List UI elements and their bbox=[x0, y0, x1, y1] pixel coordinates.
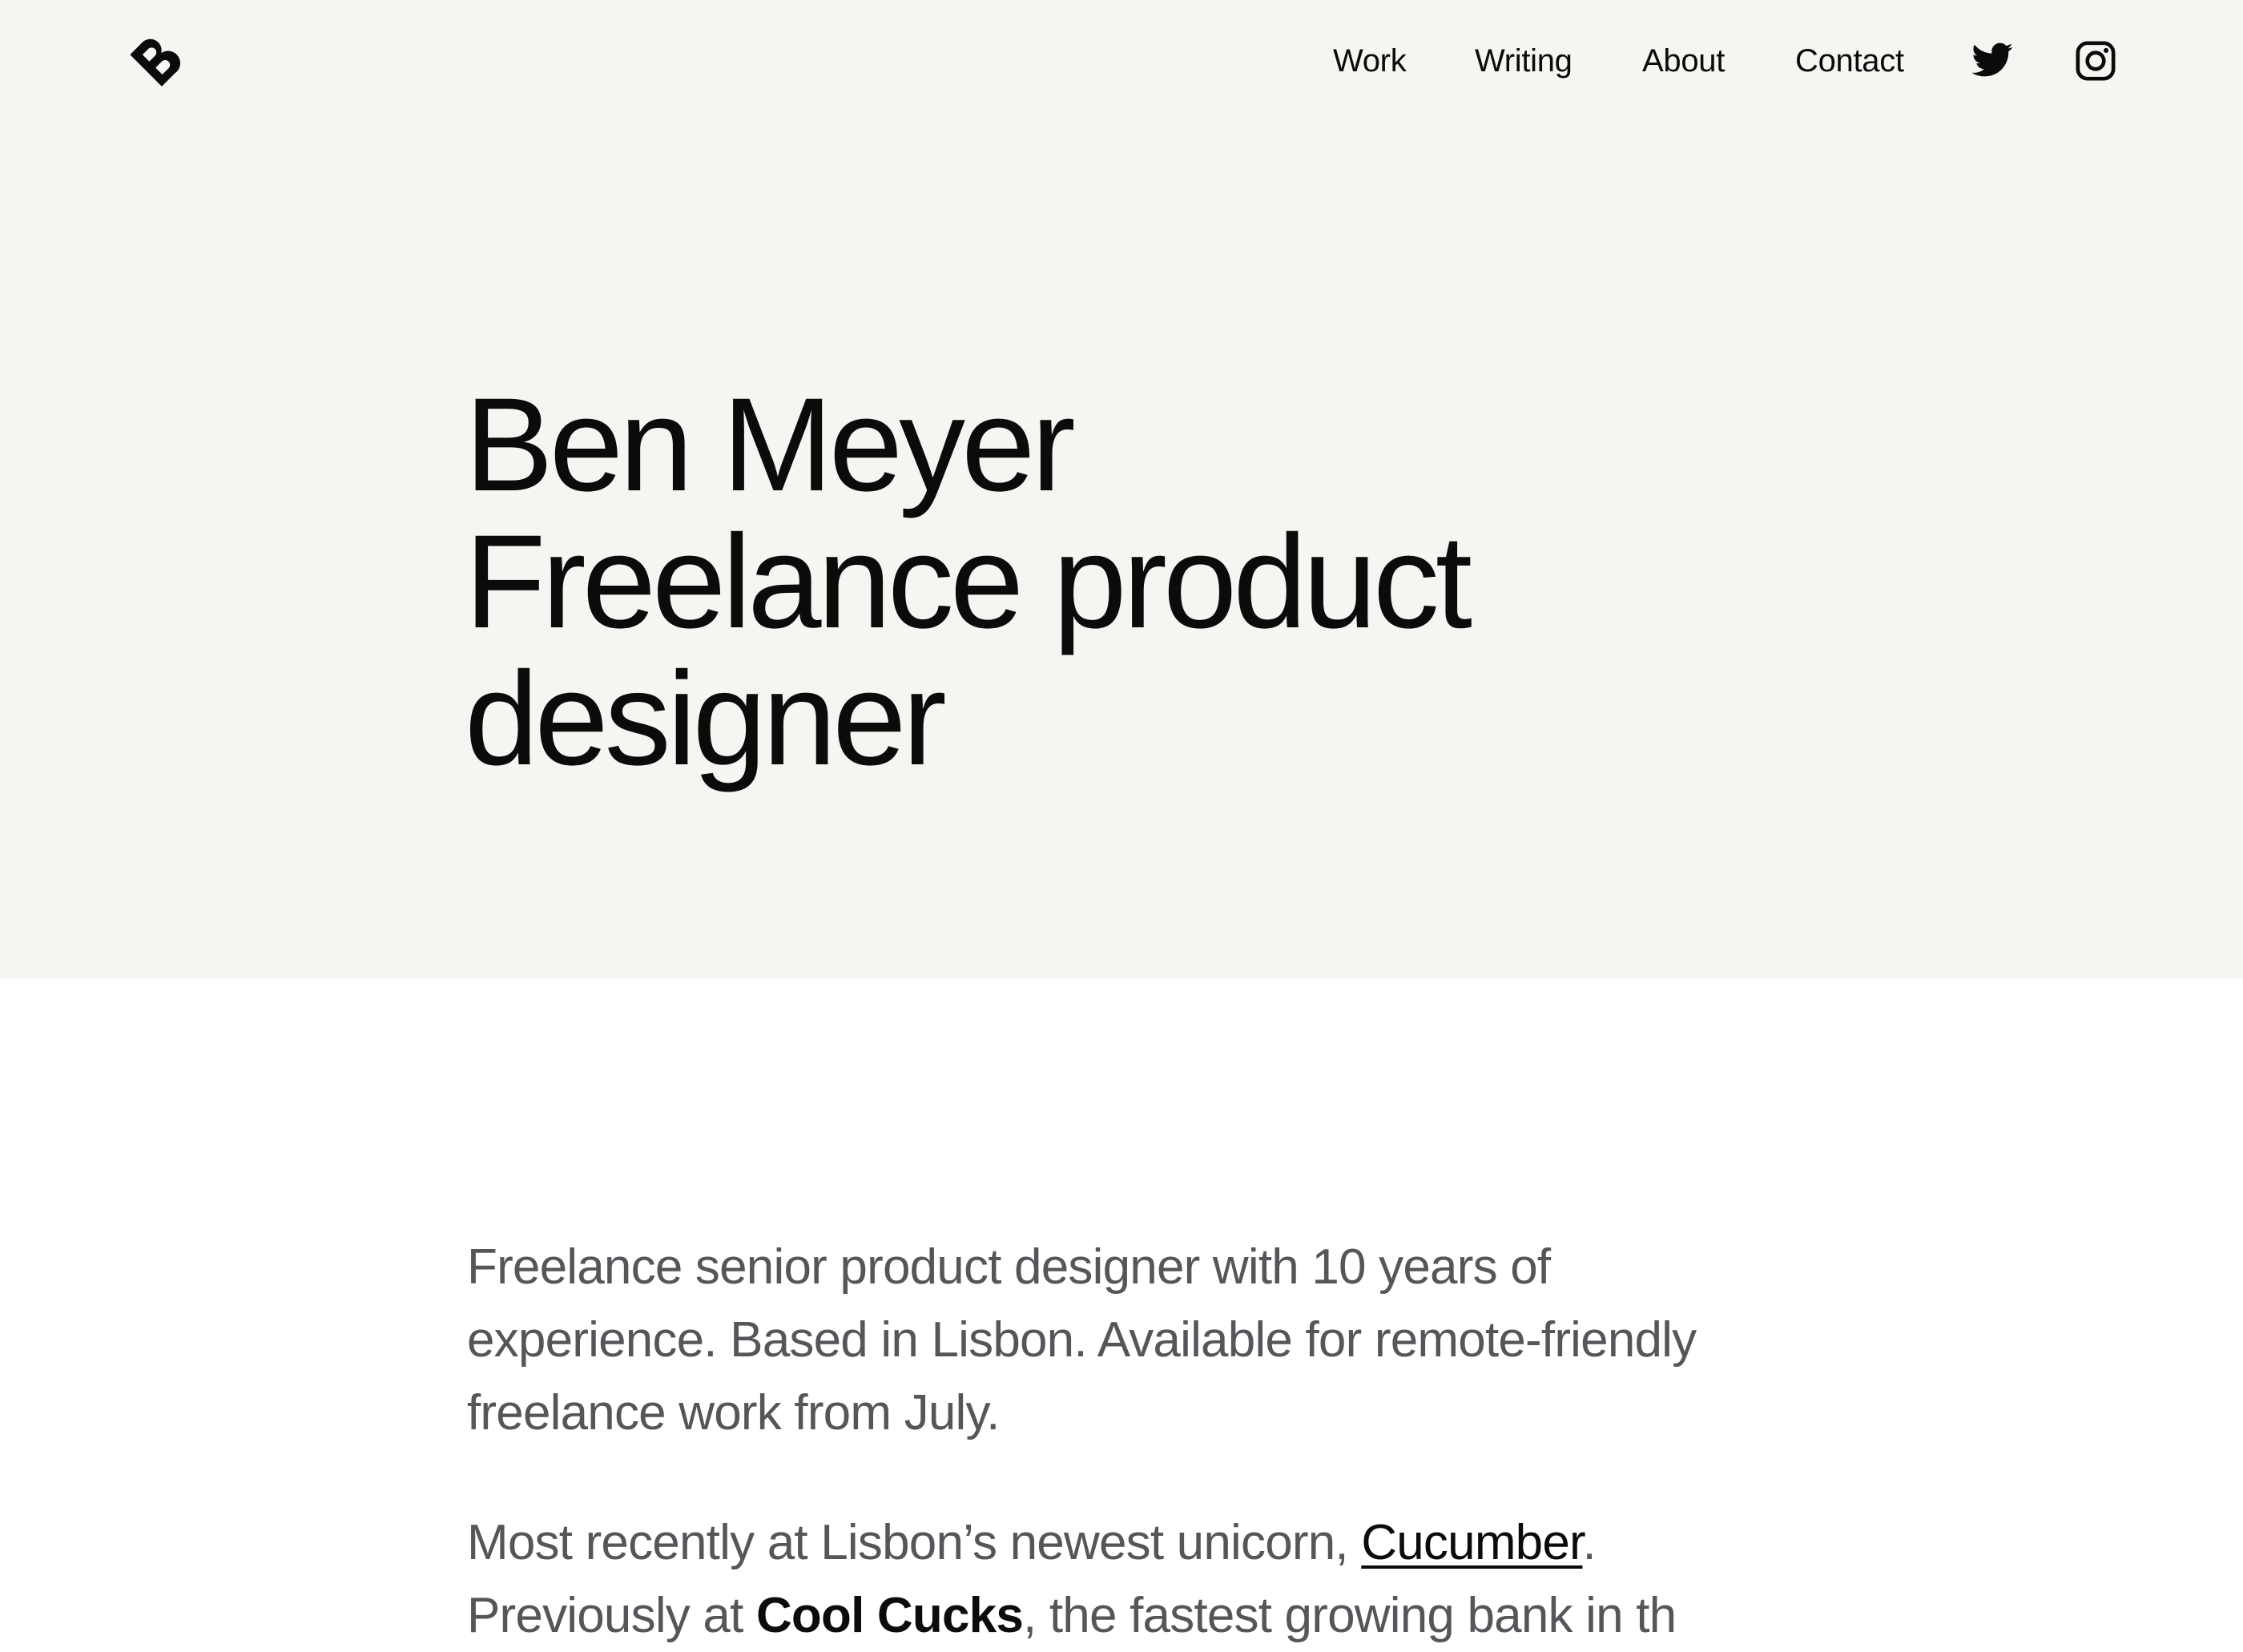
hero-section: Work Writing About Contact Ben Meyer Fre… bbox=[0, 0, 2243, 978]
cucumber-link[interactable]: Cucumber bbox=[1361, 1515, 1583, 1570]
hero-headline: Ben Meyer Freelance product designer bbox=[465, 371, 1472, 793]
previous-company[interactable]: Cool Cucks bbox=[756, 1588, 1024, 1643]
recent-work-paragraph: Most recently at Lisbon’s newest unicorn… bbox=[467, 1506, 1813, 1652]
hero-name: Ben Meyer bbox=[465, 371, 1076, 519]
main-nav: Work Writing About Contact bbox=[0, 38, 2243, 83]
intro-paragraph: Freelance senior product designer with 1… bbox=[467, 1239, 1697, 1440]
previous-rest: , the fastest growing bank in th bbox=[1023, 1588, 1677, 1643]
hero-title-line-2: designer bbox=[465, 645, 947, 793]
twitter-icon[interactable] bbox=[1970, 38, 2015, 83]
nav-writing-link[interactable]: Writing bbox=[1475, 38, 1573, 83]
previous-prefix: Previously at bbox=[467, 1588, 756, 1643]
nav-contact-link[interactable]: Contact bbox=[1795, 38, 1904, 83]
recent-suffix: . bbox=[1582, 1515, 1596, 1570]
nav-work-link[interactable]: Work bbox=[1333, 38, 1407, 83]
recent-prefix: Most recently at Lisbon’s newest unicorn… bbox=[467, 1515, 1362, 1570]
nav-about-link[interactable]: About bbox=[1642, 38, 1725, 83]
hero-title-line-1: Freelance product bbox=[465, 508, 1472, 656]
instagram-icon[interactable] bbox=[2073, 38, 2118, 83]
